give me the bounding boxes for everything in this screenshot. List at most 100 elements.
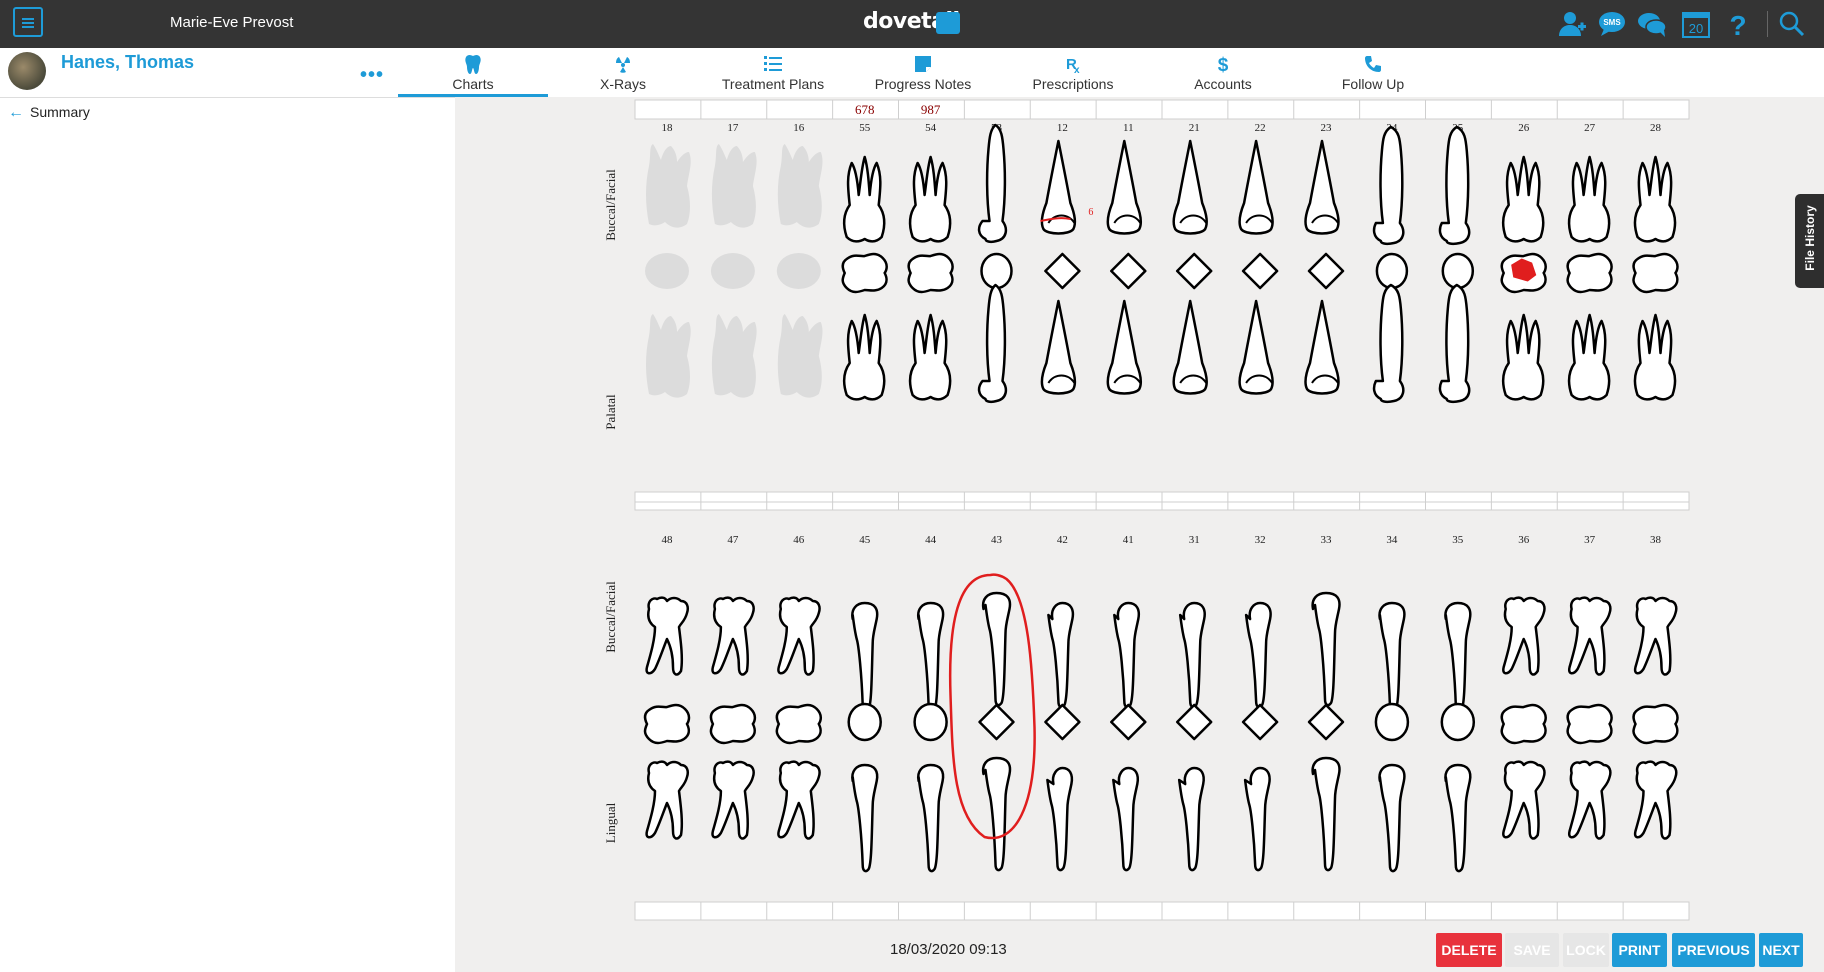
tooth-44[interactable] <box>913 601 948 873</box>
tooth-number-27[interactable]: 27 <box>1584 122 1596 134</box>
tab-progress-notes[interactable]: Progress Notes <box>848 48 998 97</box>
file-history-tab[interactable]: File History <box>1795 194 1824 288</box>
tooth-43[interactable] <box>978 591 1015 872</box>
tooth-number-16[interactable]: 16 <box>793 122 805 134</box>
tooth-number-43[interactable]: 43 <box>991 534 1003 546</box>
tab-prescriptions[interactable]: R x Prescriptions <box>998 48 1148 97</box>
help-icon[interactable]: ? <box>1722 8 1754 40</box>
more-options-button[interactable]: ••• <box>360 64 384 87</box>
tooth-35[interactable] <box>1440 601 1476 873</box>
tooth-outline <box>908 313 952 401</box>
logged-in-user: Marie-Eve Prevost <box>170 14 294 31</box>
tooth-18[interactable] <box>645 144 691 398</box>
sms-icon[interactable]: SMS <box>1596 8 1628 40</box>
tooth-33[interactable] <box>1307 591 1345 872</box>
tooth-28[interactable] <box>1632 155 1679 401</box>
tooth-number-45[interactable]: 45 <box>859 534 871 546</box>
tooth-number-26[interactable]: 26 <box>1518 122 1530 134</box>
tooth-number-22[interactable]: 22 <box>1255 122 1266 134</box>
tooth-12[interactable] <box>1040 139 1081 395</box>
tab-x-rays[interactable]: X-Rays <box>548 48 698 97</box>
tooth-number-41[interactable]: 41 <box>1123 534 1134 546</box>
tooth-21[interactable] <box>1172 139 1213 395</box>
upper-grid-bottom[interactable] <box>634 491 1690 511</box>
annotation-54[interactable]: 987 <box>921 102 941 117</box>
tooth-24[interactable] <box>1372 125 1409 404</box>
tooth-number-44[interactable]: 44 <box>925 534 937 546</box>
tooth-outline <box>1633 313 1677 401</box>
upper-grid-top[interactable] <box>634 99 1690 120</box>
annotation-12[interactable]: 6 <box>1088 207 1093 218</box>
add-patient-icon[interactable] <box>1556 8 1588 40</box>
tooth-number-55[interactable]: 55 <box>859 122 871 134</box>
tooth-54[interactable] <box>907 155 954 401</box>
tooth-number-35[interactable]: 35 <box>1452 534 1464 546</box>
tooth-17[interactable] <box>710 144 757 398</box>
tooth-number-47[interactable]: 47 <box>727 534 739 546</box>
tooth-number-36[interactable]: 36 <box>1518 534 1530 546</box>
tooth-42[interactable] <box>1044 601 1081 872</box>
tooth-number-33[interactable]: 33 <box>1321 534 1333 546</box>
svg-text:?: ? <box>1729 10 1746 40</box>
tooth-32[interactable] <box>1241 601 1279 872</box>
tab-accounts[interactable]: $ Accounts <box>1148 48 1298 97</box>
tooth-48[interactable] <box>643 596 691 840</box>
tooth-11[interactable] <box>1106 139 1147 395</box>
tooth-number-46[interactable]: 46 <box>793 534 805 546</box>
tooth-38[interactable] <box>1632 596 1679 840</box>
search-icon[interactable] <box>1776 8 1808 40</box>
occlusal-surface <box>913 702 948 742</box>
tooth-number-12[interactable]: 12 <box>1057 122 1068 134</box>
hamburger-menu-button[interactable] <box>13 7 43 37</box>
tooth-number-38[interactable]: 38 <box>1650 534 1662 546</box>
tooth-number-54[interactable]: 54 <box>925 122 937 134</box>
previous-button[interactable]: PREVIOUS <box>1672 933 1755 967</box>
next-button[interactable]: NEXT <box>1759 933 1803 967</box>
patient-avatar[interactable] <box>8 52 46 90</box>
tab-charts[interactable]: Charts <box>398 48 548 97</box>
tooth-53[interactable] <box>977 123 1013 404</box>
tooth-number-34[interactable]: 34 <box>1386 534 1398 546</box>
tooth-number-28[interactable]: 28 <box>1650 122 1662 134</box>
tooth-number-21[interactable]: 21 <box>1189 122 1200 134</box>
tooth-number-31[interactable]: 31 <box>1189 534 1200 546</box>
patient-name[interactable]: Hanes, Thomas <box>61 52 194 73</box>
tooth-27[interactable] <box>1566 155 1613 401</box>
tooth-45[interactable] <box>847 601 882 873</box>
tooth-number-11[interactable]: 11 <box>1123 122 1134 134</box>
tooth-number-32[interactable]: 32 <box>1255 534 1266 546</box>
tooth-22[interactable] <box>1238 139 1279 395</box>
tooth-outline <box>1444 763 1472 873</box>
tooth-23[interactable] <box>1304 139 1345 395</box>
tooth-36[interactable] <box>1500 596 1547 840</box>
tooth-number-23[interactable]: 23 <box>1321 122 1333 134</box>
chat-icon[interactable] <box>1636 8 1668 40</box>
tooth-37[interactable] <box>1566 596 1613 840</box>
lock-button[interactable]: LOCK <box>1563 933 1609 967</box>
tooth-number-48[interactable]: 48 <box>662 534 674 546</box>
save-button[interactable]: SAVE <box>1505 933 1559 967</box>
tooth-number-17[interactable]: 17 <box>727 122 739 134</box>
tooth-31[interactable] <box>1175 601 1213 872</box>
tooth-41[interactable] <box>1110 601 1147 872</box>
tooth-34[interactable] <box>1374 601 1410 873</box>
tooth-number-37[interactable]: 37 <box>1584 534 1596 546</box>
tab-treatment-plans[interactable]: Treatment Plans <box>698 48 848 97</box>
annotation-55[interactable]: 678 <box>855 102 875 117</box>
tooth-46[interactable] <box>775 596 823 840</box>
tooth-16[interactable] <box>776 144 823 398</box>
tooth-25[interactable] <box>1438 125 1475 404</box>
delete-button[interactable]: DELETE <box>1436 933 1502 967</box>
tab-follow-up[interactable]: Follow Up <box>1298 48 1448 97</box>
back-to-summary-link[interactable]: ← Summary <box>8 104 90 122</box>
lower-grid-bottom[interactable] <box>634 901 1690 921</box>
tooth-55[interactable] <box>841 155 888 401</box>
tooth-26[interactable] <box>1500 155 1547 401</box>
tooth-number-42[interactable]: 42 <box>1057 534 1068 546</box>
list-icon <box>764 56 782 71</box>
odontogram[interactable]: 1817165554531211212223242526272848474645… <box>455 97 1824 972</box>
tooth-47[interactable] <box>709 596 757 840</box>
calendar-icon[interactable]: 20 <box>1680 8 1712 40</box>
print-button[interactable]: PRINT <box>1612 933 1667 967</box>
tooth-number-18[interactable]: 18 <box>662 122 674 134</box>
